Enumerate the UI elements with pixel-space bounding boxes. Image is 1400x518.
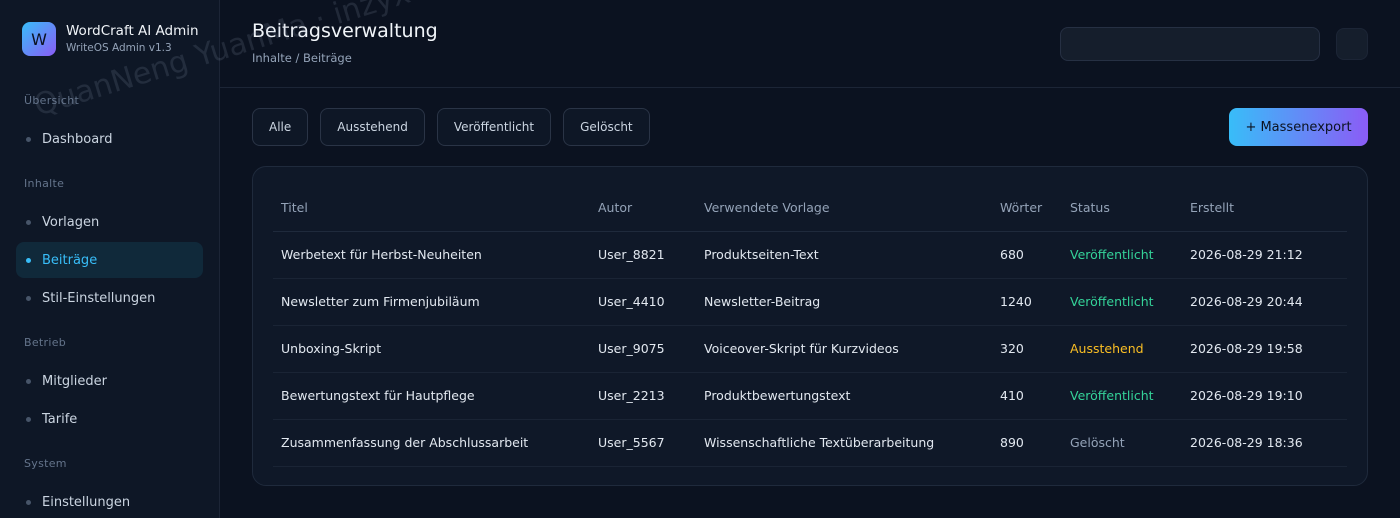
cell-titel: Werbetext für Herbst-Neuheiten	[273, 231, 590, 279]
cell-verwendete-vorlage: Wissenschaftliche Textüberarbeitung	[696, 419, 992, 467]
sidebar-item-dashboard[interactable]: Dashboard	[16, 121, 203, 157]
cell-woerter: 890	[992, 419, 1062, 467]
sidebar-item-einstellungen[interactable]: Einstellungen	[16, 484, 203, 518]
column-header-woerter[interactable]: Wörter	[992, 185, 1062, 232]
cell-autor: User_5567	[590, 419, 696, 467]
filter-bar: Alle Ausstehend Veröffentlicht Gelöscht	[252, 108, 650, 146]
sidebar: W WordCraft AI Admin WriteOS Admin v1.3 …	[0, 0, 220, 518]
cell-autor: User_2213	[590, 372, 696, 420]
cell-autor: User_4410	[590, 278, 696, 326]
bullet-icon	[26, 136, 31, 142]
cell-status: Veröffentlicht	[1062, 231, 1182, 279]
cell-verwendete-vorlage: Newsletter-Beitrag	[696, 278, 992, 326]
bullet-icon	[26, 499, 31, 505]
nav-group-label: Betrieb	[24, 336, 67, 349]
bulk-export-button[interactable]: + Massenexport	[1229, 108, 1368, 146]
table-row[interactable]: Zusammenfassung der Abschlussarbeit User_…	[273, 419, 1347, 467]
cell-woerter: 320	[992, 325, 1062, 373]
nav-group-label: Inhalte	[24, 177, 65, 190]
sidebar-item-label: Mitglieder	[42, 373, 107, 389]
bullet-icon	[26, 378, 31, 384]
table-row[interactable]: Unboxing-Skript User_9075 Voiceover-Skript…	[273, 325, 1347, 373]
bullet-icon	[26, 219, 31, 225]
app-root: W WordCraft AI Admin WriteOS Admin v1.3 …	[0, 0, 1400, 518]
cell-titel: Zusammenfassung der Abschlussarbeit	[273, 419, 590, 467]
cell-woerter: 680	[992, 231, 1062, 279]
filter-alle[interactable]: Alle	[252, 108, 309, 146]
table-row[interactable]: Newsletter zum Firmenjubiläum User_4410 Ne…	[273, 278, 1347, 326]
column-header-autor[interactable]: Autor	[590, 185, 696, 232]
cell-erstellt: 2026-08-29 19:10	[1182, 372, 1347, 420]
sidebar-item-label: Stil-Einstellungen	[42, 290, 156, 306]
app-name: WordCraft AI Admin	[66, 23, 199, 39]
column-header-verwendete-vorlage[interactable]: Verwendete Vorlage	[696, 185, 992, 232]
cell-status: Gelöscht	[1062, 419, 1182, 467]
user-menu-button[interactable]	[1336, 28, 1368, 60]
cell-erstellt: 2026-08-29 18:36	[1182, 419, 1347, 467]
posts-table-card: Titel Autor Verwendete Vorlage Wörter Status…	[252, 166, 1368, 486]
cell-erstellt: 2026-08-29 19:58	[1182, 325, 1347, 373]
filter-veroeffentlicht[interactable]: Veröffentlicht	[436, 108, 552, 146]
sidebar-item-beitraege[interactable]: Beiträge	[16, 242, 203, 278]
cell-status: Veröffentlicht	[1062, 372, 1182, 420]
filter-ausstehend[interactable]: Ausstehend	[320, 108, 425, 146]
sidebar-item-label: Dashboard	[42, 131, 113, 147]
sidebar-item-label: Tarife	[42, 411, 78, 427]
table-header-row: Titel Autor Verwendete Vorlage Wörter Status…	[273, 185, 1347, 232]
cell-autor: User_8821	[590, 231, 696, 279]
sidebar-item-label: Einstellungen	[42, 494, 131, 510]
sidebar-item-stil-einstellungen[interactable]: Stil-Einstellungen	[16, 280, 203, 316]
app-logo: W	[22, 22, 56, 56]
sidebar-item-label: Beiträge	[42, 252, 98, 268]
bullet-icon	[26, 257, 31, 263]
cell-autor: User_9075	[590, 325, 696, 373]
brand: W WordCraft AI Admin WriteOS Admin v1.3	[16, 22, 203, 56]
cell-erstellt: 2026-08-29 20:44	[1182, 278, 1347, 326]
cell-titel: Newsletter zum Firmenjubiläum	[273, 278, 590, 326]
sidebar-item-mitglieder[interactable]: Mitglieder	[16, 363, 203, 399]
cell-woerter: 1240	[992, 278, 1062, 326]
search-input[interactable]	[1060, 27, 1320, 61]
cell-verwendete-vorlage: Produktbewertungstext	[696, 372, 992, 420]
posts-table: Titel Autor Verwendete Vorlage Wörter Status…	[273, 185, 1347, 467]
page-title: Beitragsverwaltung	[252, 20, 438, 42]
filter-geloescht[interactable]: Gelöscht	[563, 108, 650, 146]
sidebar-nav: Übersicht Dashboard Inhalte Vorlagen Beiträg…	[16, 94, 203, 518]
cell-titel: Unboxing-Skript	[273, 325, 590, 373]
nav-group-label: System	[24, 457, 67, 470]
bullet-icon	[26, 295, 31, 301]
sidebar-item-vorlagen[interactable]: Vorlagen	[16, 204, 203, 240]
table-body: Werbetext für Herbst-Neuheiten User_8821 P…	[273, 231, 1347, 467]
sidebar-item-tarife[interactable]: Tarife	[16, 401, 203, 437]
table-row[interactable]: Werbetext für Herbst-Neuheiten User_8821 P…	[273, 231, 1347, 279]
cell-titel: Bewertungstext für Hautpflege	[273, 372, 590, 420]
cell-status: Ausstehend	[1062, 325, 1182, 373]
table-row[interactable]: Bewertungstext für Hautpflege User_2213 Pr…	[273, 372, 1347, 420]
cell-erstellt: 2026-08-29 21:12	[1182, 231, 1347, 279]
column-header-erstellt[interactable]: Erstellt	[1182, 185, 1347, 232]
main-content: Beitragsverwaltung Inhalte / Beiträge Al…	[220, 0, 1400, 518]
nav-group-label: Übersicht	[24, 94, 80, 107]
brand-text: WordCraft AI Admin WriteOS Admin v1.3	[66, 22, 199, 56]
app-version: WriteOS Admin v1.3	[66, 42, 172, 54]
breadcrumb: Inhalte / Beiträge	[252, 51, 352, 65]
cell-status: Veröffentlicht	[1062, 278, 1182, 326]
sidebar-item-label: Vorlagen	[42, 214, 100, 230]
cell-verwendete-vorlage: Produktseiten-Text	[696, 231, 992, 279]
column-header-titel[interactable]: Titel	[273, 185, 590, 232]
cell-woerter: 410	[992, 372, 1062, 420]
column-header-status[interactable]: Status	[1062, 185, 1182, 232]
topbar: Beitragsverwaltung Inhalte / Beiträge	[220, 0, 1400, 88]
bullet-icon	[26, 416, 31, 422]
cell-verwendete-vorlage: Voiceover-Skript für Kurzvideos	[696, 325, 992, 373]
